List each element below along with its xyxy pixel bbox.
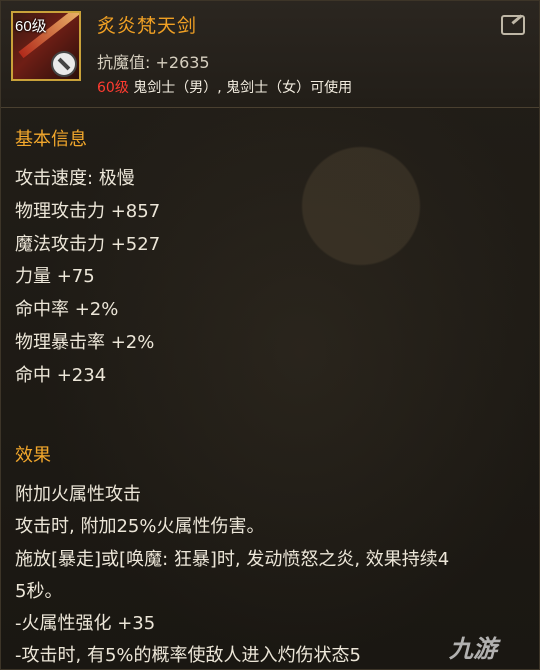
stat-line: 物理攻击力 +857 bbox=[15, 201, 161, 222]
stat-line: 物理暴击率 +2% bbox=[15, 332, 155, 353]
item-tooltip: 60级 炙炎梵天剑 抗魔值: +2635 60级 鬼剑士（男）, 鬼剑士（女）可… bbox=[0, 0, 540, 670]
effect-line: 附加火属性攻击 bbox=[15, 484, 141, 505]
effect-line: 5秒。 bbox=[15, 581, 63, 602]
effect-line: -火属性强化 +35 bbox=[15, 613, 156, 634]
effect-line: 施放[暴走]或[唤魔: 狂暴]时, 发动愤怒之炎, 效果持续4 bbox=[15, 549, 450, 570]
stat-line: 力量 +75 bbox=[15, 266, 95, 287]
no-entry-icon bbox=[51, 51, 77, 77]
stat-line: 命中 +234 bbox=[15, 365, 107, 386]
stat-line: 攻击速度: 极慢 bbox=[15, 168, 135, 189]
stat-line: 魔法攻击力 +527 bbox=[15, 234, 161, 255]
usable-level: 60级 bbox=[97, 80, 129, 96]
item-icon[interactable]: 60级 bbox=[11, 11, 81, 81]
basic-info-title: 基本信息 bbox=[15, 129, 87, 150]
resist-value: 抗魔值: +2635 bbox=[97, 53, 210, 72]
effect-line: -攻击时, 有5%的概率使敌人进入灼伤状态5 bbox=[15, 645, 361, 666]
stat-line: 命中率 +2% bbox=[15, 299, 119, 320]
tooltip-header: 60级 炙炎梵天剑 抗魔值: +2635 60级 鬼剑士（男）, 鬼剑士（女）可… bbox=[1, 1, 539, 108]
site-watermark: 九游 bbox=[449, 636, 497, 663]
usable-classes: 鬼剑士（男）, 鬼剑士（女）可使用 bbox=[133, 80, 353, 96]
effect-line: 攻击时, 附加25%火属性伤害。 bbox=[15, 516, 265, 537]
share-icon[interactable] bbox=[501, 15, 525, 35]
usable-classes-line: 60级 鬼剑士（男）, 鬼剑士（女）可使用 bbox=[97, 77, 352, 97]
item-name: 炙炎梵天剑 bbox=[97, 15, 198, 37]
level-badge: 60级 bbox=[15, 18, 47, 35]
effect-title: 效果 bbox=[15, 445, 51, 466]
